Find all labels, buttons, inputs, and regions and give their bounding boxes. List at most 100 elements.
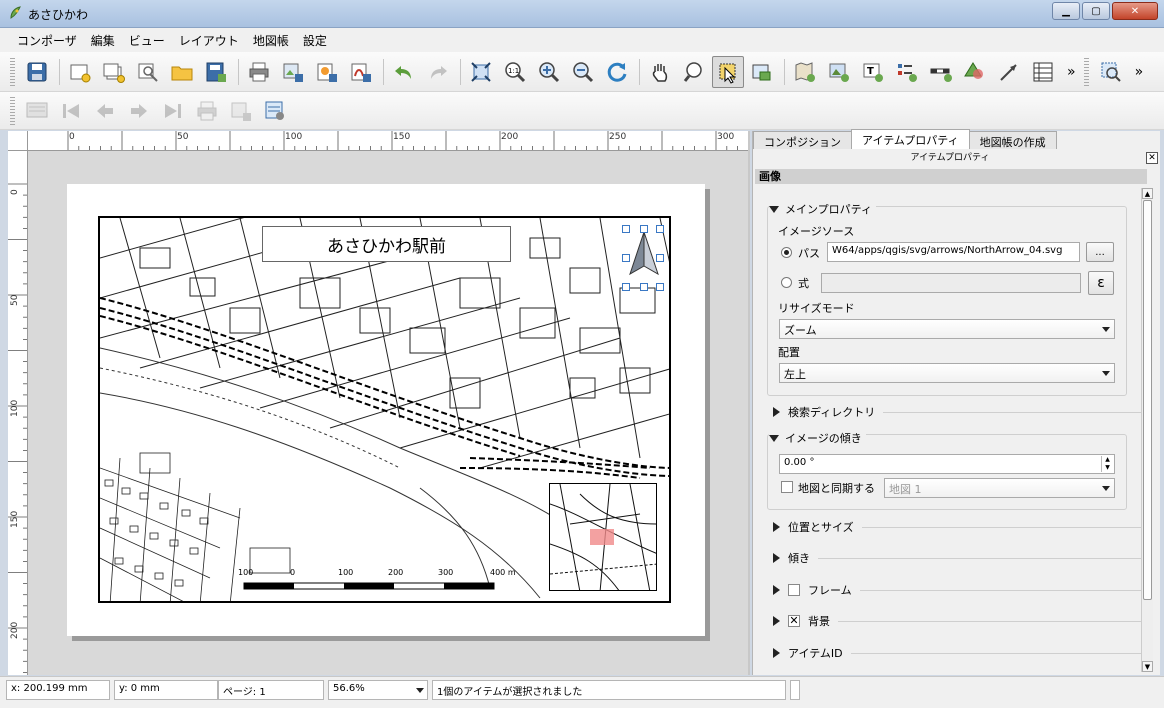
add-label-button[interactable]: T <box>857 56 889 88</box>
tab-item-properties[interactable]: アイテムプロパティ <box>851 129 970 149</box>
search-directories-header[interactable]: 検索ディレクトリ <box>773 405 1141 419</box>
zoom-in-button[interactable] <box>533 56 565 88</box>
expression-radio[interactable] <box>781 277 792 288</box>
duplicate-composer-button[interactable] <box>98 56 130 88</box>
selection-handle[interactable] <box>622 283 630 291</box>
toolbar-grip[interactable] <box>1083 57 1089 86</box>
toolbar-overflow-button-2[interactable]: » <box>1135 64 1144 80</box>
selection-handle[interactable] <box>622 254 630 262</box>
scale-bar[interactable]: 100 0 100 200 300 400 m <box>238 568 518 598</box>
composer-canvas[interactable]: 0 50 100 150 200 250 300 0 50 100 150 20… <box>8 131 748 675</box>
close-button[interactable]: ✕ <box>1112 2 1158 20</box>
save-template-button[interactable] <box>200 56 232 88</box>
rotation-header[interactable]: 傾き <box>773 551 1141 565</box>
atlas-settings-button[interactable] <box>259 95 291 127</box>
add-shape-button[interactable] <box>959 56 991 88</box>
next-feature-button[interactable] <box>123 95 155 127</box>
frame-checkbox[interactable] <box>788 584 800 596</box>
selection-handle[interactable] <box>622 225 630 233</box>
zoom-actual-button[interactable]: 1:1 <box>499 56 531 88</box>
scroll-up-icon[interactable]: ▲ <box>1142 188 1153 199</box>
item-id-header[interactable]: アイテムID <box>773 646 1141 660</box>
last-feature-button[interactable] <box>157 95 189 127</box>
add-scalebar-button[interactable] <box>925 56 957 88</box>
map-title-label[interactable]: あさひかわ駅前 <box>262 226 511 262</box>
selection-handle[interactable] <box>656 283 664 291</box>
image-rotation-header[interactable]: イメージの傾き <box>769 430 866 446</box>
toolbar-overflow-button[interactable]: » <box>1067 64 1076 80</box>
tab-atlas-generation[interactable]: 地図帳の作成 <box>968 131 1057 149</box>
select-features-button[interactable] <box>1095 56 1127 88</box>
atlas-preview-button[interactable] <box>21 95 53 127</box>
position-size-header[interactable]: 位置とサイズ <box>773 520 1141 534</box>
selection-handle[interactable] <box>640 225 648 233</box>
export-svg-button[interactable] <box>311 56 343 88</box>
previous-feature-button[interactable] <box>89 95 121 127</box>
map-item[interactable]: あさひかわ駅前 100 0 100 200 300 400 m <box>98 216 671 603</box>
placement-select[interactable]: 左上 <box>779 363 1115 383</box>
tab-composition[interactable]: コンポジション <box>753 131 852 149</box>
menu-layout[interactable]: レイアウト <box>172 32 246 49</box>
selection-handle[interactable] <box>640 283 648 291</box>
scroll-down-icon[interactable]: ▼ <box>1142 661 1153 672</box>
menu-edit[interactable]: 編集 <box>84 32 122 49</box>
background-header[interactable]: ✕ 背景 <box>773 614 1141 628</box>
add-arrow-button[interactable] <box>993 56 1025 88</box>
spin-up-icon[interactable]: ▲ <box>1102 456 1113 464</box>
rotation-spinbox[interactable]: 0.00 ° ▲ ▼ <box>779 454 1115 474</box>
print-atlas-button[interactable] <box>191 95 223 127</box>
canvas-splitter[interactable] <box>748 131 750 675</box>
menu-view[interactable]: ビュー <box>122 32 172 49</box>
main-properties-header[interactable]: メインプロパティ <box>769 201 877 217</box>
select-move-button[interactable] <box>712 55 744 88</box>
image-path-input[interactable]: W64/apps/qgis/svg/arrows/NorthArrow_04.s… <box>827 242 1080 262</box>
toolbar-grip[interactable] <box>10 57 15 86</box>
redo-button[interactable] <box>422 56 454 88</box>
first-feature-button[interactable] <box>55 95 87 127</box>
menu-settings[interactable]: 設定 <box>296 32 334 49</box>
sync-map-select[interactable]: 地図 1 <box>884 478 1115 498</box>
export-atlas-button[interactable] <box>225 95 257 127</box>
dock-close-button[interactable]: ✕ <box>1146 152 1158 164</box>
save-button[interactable] <box>21 56 53 88</box>
selection-handle[interactable] <box>656 225 664 233</box>
background-checkbox[interactable]: ✕ <box>788 615 800 627</box>
overview-map[interactable] <box>549 483 657 591</box>
zoom-select[interactable]: 56.6% <box>328 680 428 700</box>
resize-mode-select[interactable]: ズーム <box>779 319 1115 339</box>
move-content-button[interactable] <box>746 56 778 88</box>
pan-button[interactable] <box>644 56 676 88</box>
spin-down-icon[interactable]: ▼ <box>1102 464 1113 472</box>
scrollbar-thumb[interactable] <box>1143 200 1152 600</box>
undo-button[interactable] <box>388 56 420 88</box>
add-legend-button[interactable] <box>891 56 923 88</box>
menu-atlas[interactable]: 地図帳 <box>246 32 296 49</box>
export-pdf-button[interactable] <box>345 56 377 88</box>
selection-handle[interactable] <box>656 254 664 262</box>
browse-button[interactable]: ... <box>1086 242 1114 262</box>
add-table-button[interactable] <box>1027 56 1059 88</box>
expression-input[interactable] <box>821 273 1081 293</box>
sync-with-map-checkbox[interactable] <box>781 481 793 493</box>
new-composer-button[interactable] <box>64 56 96 88</box>
frame-header[interactable]: フレーム <box>773 583 1141 597</box>
toolbar-grip[interactable] <box>10 96 15 125</box>
vertical-ruler[interactable]: 0 50 100 150 200 <box>8 151 28 675</box>
maximize-button[interactable]: ▢ <box>1082 2 1110 20</box>
zoom-out-button[interactable] <box>567 56 599 88</box>
print-button[interactable] <box>243 56 275 88</box>
open-template-button[interactable] <box>166 56 198 88</box>
menu-composer[interactable]: コンポーザ <box>10 32 84 49</box>
minimize-button[interactable]: ▁ <box>1052 2 1080 20</box>
add-map-button[interactable] <box>789 56 821 88</box>
zoom-tool-button[interactable] <box>678 56 710 88</box>
composition-page[interactable]: あさひかわ駅前 100 0 100 200 300 400 m <box>67 184 705 636</box>
add-image-button[interactable] <box>823 56 855 88</box>
path-radio[interactable] <box>781 247 792 258</box>
composer-manager-button[interactable] <box>132 56 164 88</box>
zoom-full-button[interactable] <box>465 56 497 88</box>
refresh-button[interactable] <box>601 56 633 88</box>
horizontal-ruler[interactable]: 0 50 100 150 200 250 300 <box>28 131 748 151</box>
expression-button[interactable]: ε <box>1088 271 1114 295</box>
properties-scrollbar[interactable]: ▲ ▼ <box>1141 188 1153 672</box>
